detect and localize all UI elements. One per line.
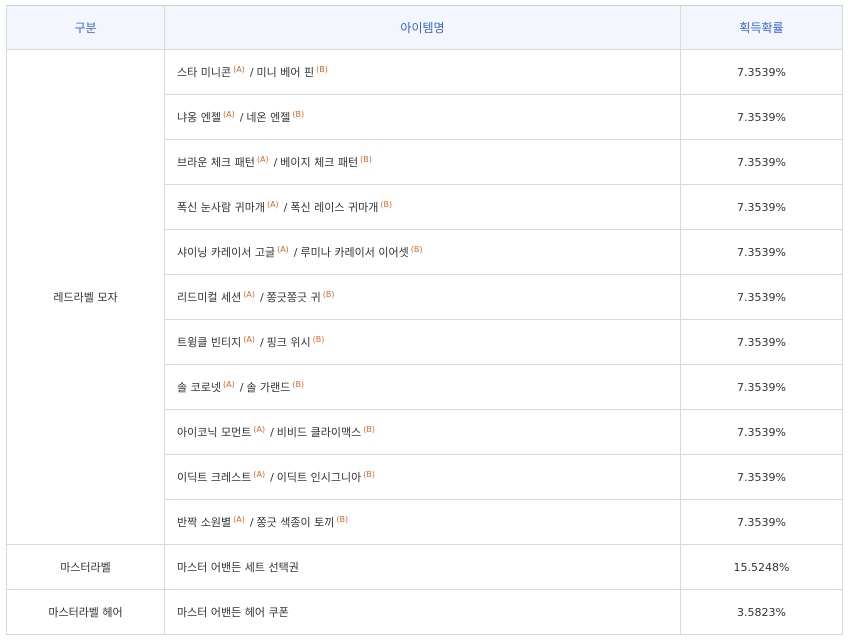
item-name-cell: 반짝 소원별 (A) / 쫑긋 색종이 토끼 (B): [164, 499, 681, 545]
item-separator: /: [249, 516, 254, 529]
header-row: 구분 아이템명 획득확률: [6, 5, 843, 50]
variant-tag-b: (B): [363, 470, 375, 479]
item-name-a: 이딕트 크레스트: [177, 471, 252, 484]
item-name-cell: 솔 코로넷 (A) / 솔 가랜드 (B): [164, 364, 681, 410]
item-separator: /: [270, 471, 274, 484]
variant-tag-a: (A): [233, 515, 245, 524]
variant-tag-a: (A): [222, 110, 235, 119]
variant-tag-a: (A): [253, 425, 266, 434]
probability-table: 구분 아이템명 획득확률 레드라벨 모자 스타 미니콘 (A) / 미니 베어 핀 (B)…: [6, 5, 843, 635]
category-cell: 마스터라벨 헤어: [6, 589, 165, 635]
table-row: 마스터라벨 마스터 어밴든 세트 선택권 15.5248%: [6, 544, 843, 590]
item-name-cell: 이딕트 크레스트 (A) / 이딕트 인시그니아 (B): [164, 454, 681, 500]
variant-tag-b: (B): [410, 245, 423, 254]
probability-cell: 3.5823%: [680, 589, 843, 635]
variant-tag-a: (A): [233, 65, 245, 74]
item-name-b: 미니 베어 핀: [256, 66, 315, 79]
variant-tag-a: (A): [277, 245, 289, 254]
variant-tag-b: (B): [336, 515, 349, 524]
item-name-a: 샤이닝 카레이서 고글: [177, 246, 276, 259]
item-name-cell: 트윙클 빈티지 (A) / 핑크 위시 (B): [164, 319, 681, 365]
item-separator: /: [249, 66, 254, 79]
variant-tag-b: (B): [322, 290, 335, 299]
item-name-cell: 브라운 체크 패턴 (A) / 베이지 체크 패턴 (B): [164, 139, 681, 185]
probability-cell: 7.3539%: [680, 274, 843, 320]
item-separator: /: [239, 381, 244, 394]
probability-cell: 15.5248%: [680, 544, 843, 590]
item-separator: /: [273, 156, 278, 169]
item-name-b: 핑크 위시: [266, 336, 311, 349]
probability-cell: 7.3539%: [680, 94, 843, 140]
probability-cell: 7.3539%: [680, 364, 843, 410]
item-separator: /: [259, 291, 264, 304]
header-item-name: 아이템명: [164, 5, 681, 50]
item-name-cell: 냐옹 엔젤 (A) / 네온 엔젤 (B): [164, 94, 681, 140]
item-name-cell: 리드미컬 세션 (A) / 쫑긋쫑긋 귀 (B): [164, 274, 681, 320]
variant-tag-b: (B): [380, 200, 393, 209]
probability-cell: 7.3539%: [680, 229, 843, 275]
item-name-b: 이딕트 인시그니아: [276, 471, 362, 484]
probability-cell: 7.3539%: [680, 409, 843, 455]
item-separator: /: [259, 336, 264, 349]
variant-tag-a: (A): [243, 290, 255, 299]
header-probability: 획득확률: [680, 5, 843, 50]
item-separator: /: [270, 426, 274, 439]
probability-cell: 7.3539%: [680, 499, 843, 545]
probability-cell: 7.3539%: [680, 319, 843, 365]
table-body: 레드라벨 모자 스타 미니콘 (A) / 미니 베어 핀 (B) 7.3539% 냐옹 엔젤(…: [6, 49, 843, 635]
variant-tag-b: (B): [312, 335, 325, 344]
item-name-cell: 아이코닉 모먼트 (A) / 비비드 클라이맥스 (B): [164, 409, 681, 455]
table-header: 구분 아이템명 획득확률: [6, 5, 843, 50]
item-name-a: 스타 미니콘: [177, 66, 232, 79]
item-separator: /: [239, 111, 244, 124]
category-cell: 레드라벨 모자: [6, 49, 165, 545]
variant-tag-a: (A): [222, 380, 235, 389]
header-category: 구분: [6, 5, 165, 50]
item-name-cell: 마스터 어밴든 헤어 쿠폰: [164, 589, 681, 635]
item-name-b: 솔 가랜드: [246, 381, 291, 394]
item-name-a: 반짝 소원별: [177, 516, 232, 529]
item-name-a: 브라운 체크 패턴: [177, 156, 255, 169]
variant-tag-a: (A): [256, 155, 269, 164]
item-name-a: 폭신 눈사람 귀마개: [177, 201, 265, 214]
variant-tag-b: (B): [363, 425, 375, 434]
item-name-a: 마스터 어밴든 헤어 쿠폰: [177, 606, 289, 619]
probability-table-wrapper: 구분 아이템명 획득확률 레드라벨 모자 스타 미니콘 (A) / 미니 베어 핀 (B)…: [6, 5, 843, 635]
item-name-a: 아이코닉 모먼트: [177, 426, 252, 439]
probability-cell: 7.3539%: [680, 139, 843, 185]
probability-cell: 7.3539%: [680, 454, 843, 500]
item-name-b: 루미나 카레이서 이어셋: [300, 246, 409, 259]
variant-tag-b: (B): [292, 110, 305, 119]
item-name-b: 네온 엔젤: [246, 111, 291, 124]
category-cell: 마스터라벨: [6, 544, 165, 590]
variant-tag-a: (A): [266, 200, 279, 209]
item-name-cell: 스타 미니콘 (A) / 미니 베어 핀 (B): [164, 49, 681, 95]
item-name-b: 쫑긋쫑긋 귀: [266, 291, 321, 304]
probability-cell: 7.3539%: [680, 49, 843, 95]
variant-tag-b: (B): [316, 65, 328, 74]
table-row: 마스터라벨 헤어 마스터 어밴든 헤어 쿠폰 3.5823%: [6, 589, 843, 635]
variant-tag-a: (A): [253, 470, 266, 479]
item-name-a: 냐옹 엔젤: [177, 111, 221, 124]
item-name-a: 마스터 어밴든 세트 선택권: [177, 561, 299, 574]
item-name-b: 비비드 클라이맥스: [276, 426, 362, 439]
item-separator: /: [293, 246, 298, 259]
item-name-cell: 샤이닝 카레이서 고글 (A) / 루미나 카레이서 이어셋 (B): [164, 229, 681, 275]
item-name-cell: 마스터 어밴든 세트 선택권: [164, 544, 681, 590]
item-name-cell: 폭신 눈사람 귀마개 (A) / 폭신 레이스 귀마개 (B): [164, 184, 681, 230]
probability-cell: 7.3539%: [680, 184, 843, 230]
item-name-b: 폭신 레이스 귀마개: [290, 201, 379, 214]
item-name-b: 쫑긋 색종이 토끼: [256, 516, 335, 529]
item-name-a: 솔 코로넷: [177, 381, 221, 394]
item-name-b: 베이지 체크 패턴: [280, 156, 359, 169]
variant-tag-b: (B): [292, 380, 305, 389]
variant-tag-a: (A): [243, 335, 255, 344]
item-name-a: 트윙클 빈티지: [177, 336, 242, 349]
item-separator: /: [283, 201, 288, 214]
table-row: 레드라벨 모자 스타 미니콘 (A) / 미니 베어 핀 (B) 7.3539%: [6, 49, 843, 545]
item-name-a: 리드미컬 세션: [177, 291, 242, 304]
variant-tag-b: (B): [360, 155, 372, 164]
